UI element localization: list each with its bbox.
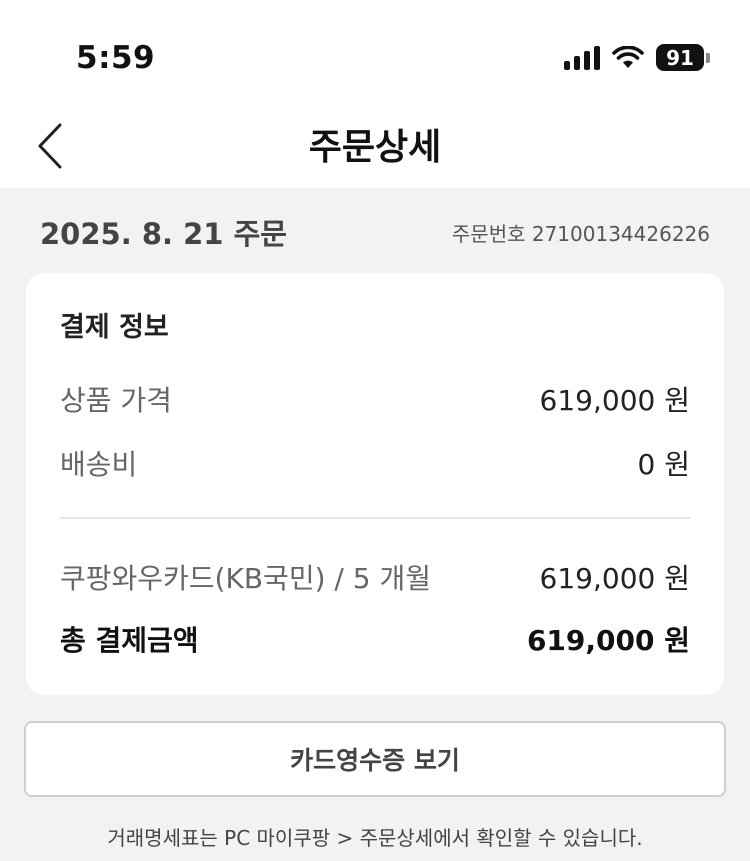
order-summary: 2025. 8. 21 주문 주문번호 27100134426226: [40, 210, 710, 254]
row-shipping-fee: 배송비 0 원: [60, 441, 690, 485]
status-time: 5:59: [76, 40, 156, 76]
battery-level: 91: [656, 44, 704, 71]
row-total: 총 결제금액 619,000 원: [60, 617, 690, 661]
row-label: 쿠팡와우카드(KB국민) / 5 개월: [60, 562, 431, 595]
total-label: 총 결제금액: [60, 624, 199, 657]
page-title: 주문상세: [308, 127, 442, 168]
signal-icon: [564, 45, 600, 70]
order-date: 2025. 8. 21 주문: [40, 217, 287, 251]
status-icons: 91: [564, 44, 710, 71]
row-payment-method: 쿠팡와우카드(KB국민) / 5 개월 619,000 원: [60, 555, 690, 599]
row-label: 상품 가격: [60, 384, 172, 417]
header: 5:59 91 주문상세: [0, 0, 750, 188]
payment-info-card: 결제 정보 상품 가격 619,000 원 배송비 0 원 쿠팡와우카드(KB국…: [26, 273, 724, 695]
total-value: 619,000 원: [526, 624, 690, 657]
payment-info-title: 결제 정보: [60, 312, 169, 343]
wifi-icon: [612, 45, 644, 68]
row-product-price: 상품 가격 619,000 원: [60, 377, 690, 421]
order-number: 주문번호 27100134426226: [451, 221, 710, 246]
divider: [60, 517, 690, 519]
battery-icon: 91: [656, 44, 710, 71]
card-receipt-button[interactable]: 카드영수증 보기: [24, 721, 726, 797]
row-label: 배송비: [60, 448, 138, 481]
row-value: 0 원: [637, 448, 690, 481]
footnote: 거래명세표는 PC 마이쿠팡 > 주문상세에서 확인할 수 있습니다.: [107, 826, 643, 850]
row-value: 619,000 원: [539, 562, 690, 595]
row-value: 619,000 원: [539, 384, 690, 417]
